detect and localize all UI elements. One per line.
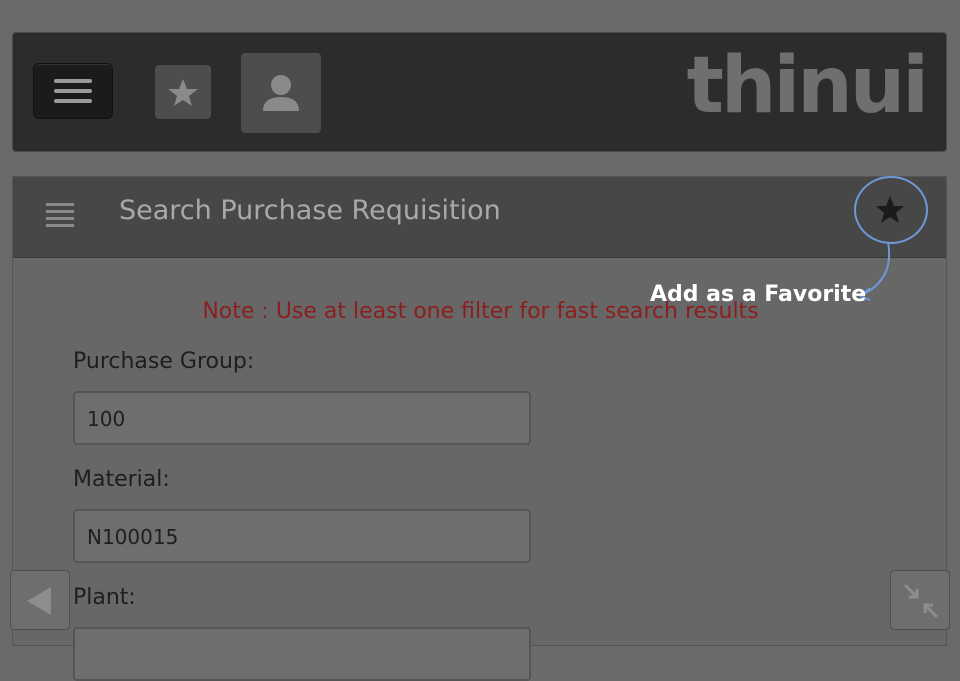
star-icon: [168, 79, 198, 106]
user-button[interactable]: [241, 53, 321, 133]
favorite-highlight-circle: [854, 176, 928, 244]
menu-icon-line: [54, 79, 92, 83]
menu-icon-line: [54, 89, 92, 93]
purchase-group-field[interactable]: 100: [73, 391, 531, 445]
collapse-button[interactable]: [890, 570, 950, 630]
menu-icon-line: [54, 99, 92, 103]
plant-field[interactable]: [73, 627, 531, 681]
favorites-button[interactable]: [155, 65, 211, 119]
add-favorite-callout: Add as a Favorite: [650, 282, 867, 307]
back-arrow-icon: [27, 587, 51, 615]
back-button[interactable]: [10, 570, 70, 630]
thinui-logo: thinui: [686, 41, 929, 131]
page-title: Search Purchase Requisition: [119, 195, 501, 226]
panel-header: Search Purchase Requisition: [13, 177, 946, 258]
collapse-icon: [903, 583, 939, 619]
top-bar: thinui: [12, 32, 947, 152]
list-icon[interactable]: [46, 201, 76, 231]
material-label: Material:: [73, 467, 170, 492]
menu-button[interactable]: [33, 63, 113, 119]
plant-label: Plant:: [73, 585, 136, 610]
material-field[interactable]: N100015: [73, 509, 531, 563]
search-panel: Search Purchase Requisition Note : Use a…: [12, 176, 947, 681]
purchase-group-label: Purchase Group:: [73, 349, 255, 374]
user-icon: [263, 75, 299, 111]
